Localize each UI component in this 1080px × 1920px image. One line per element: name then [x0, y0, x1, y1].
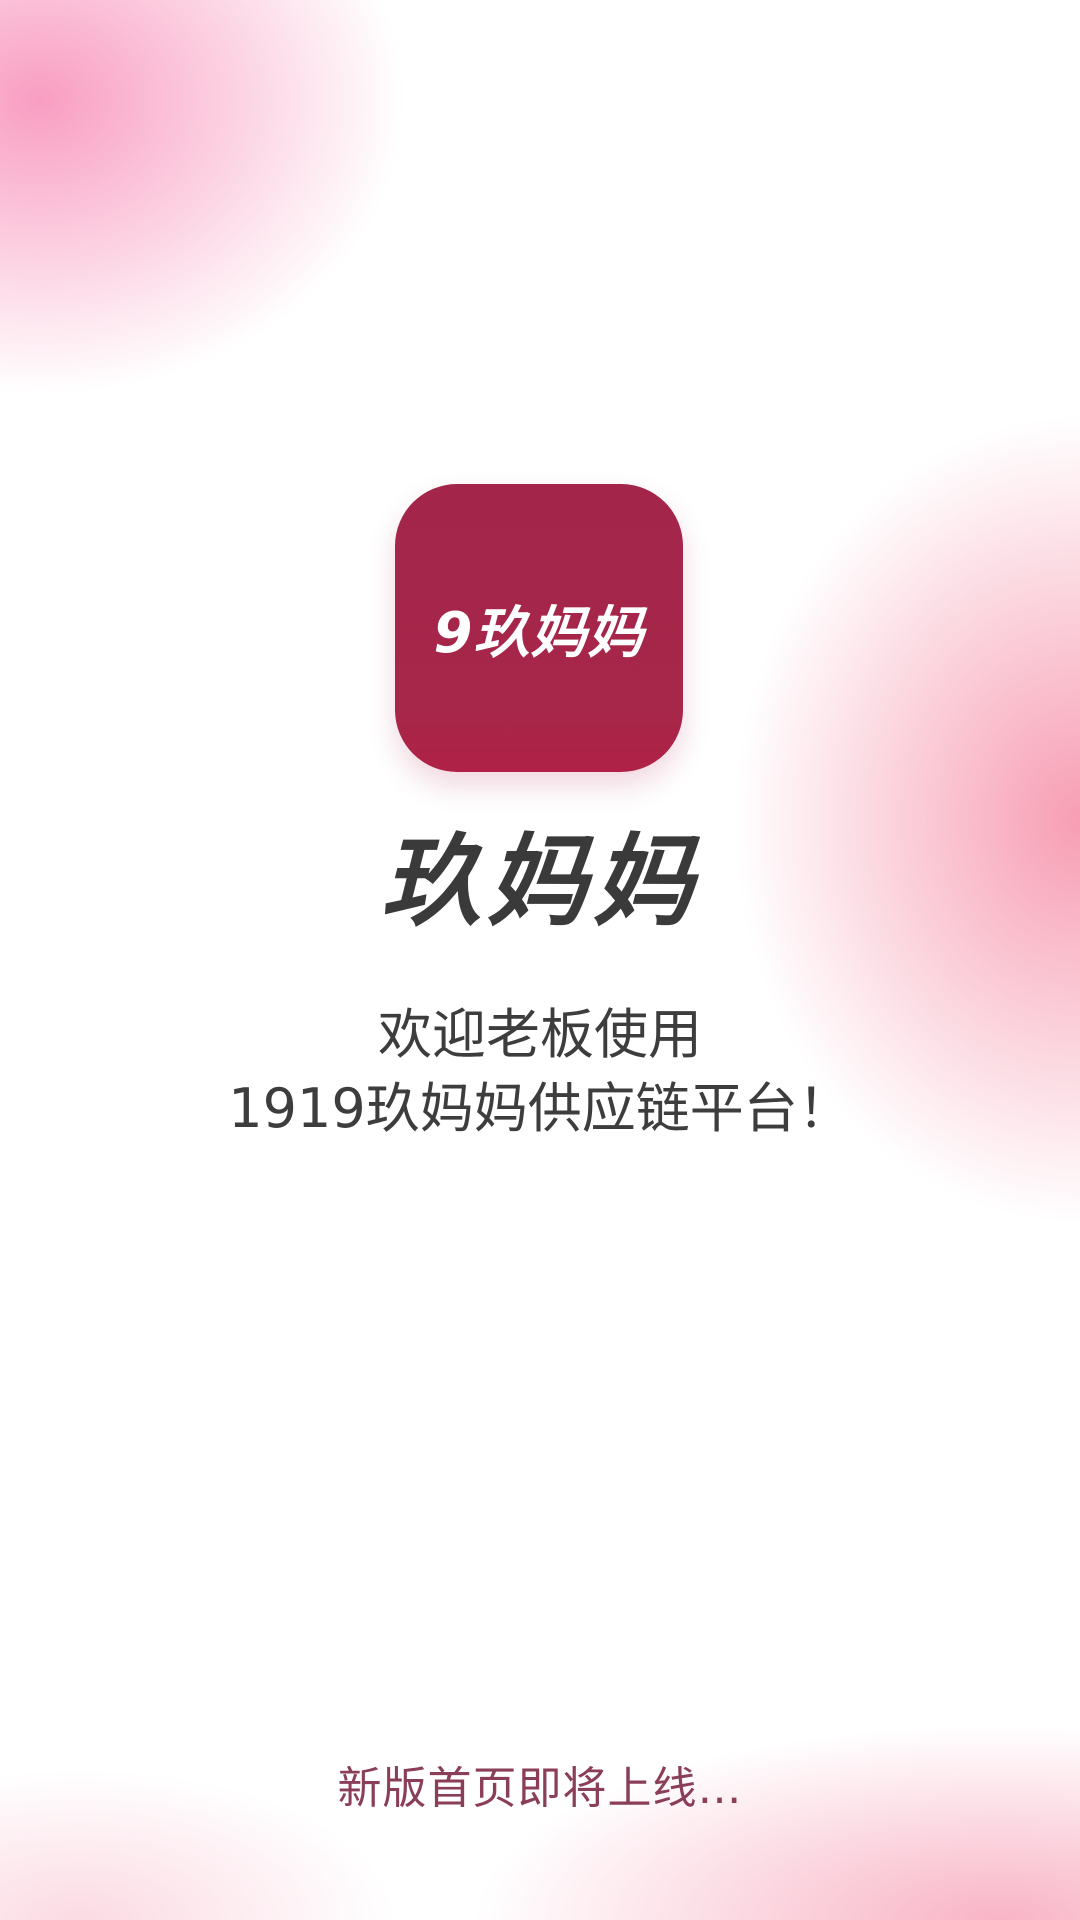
welcome-message: 欢迎老板使用 1919玖妈妈供应链平台！	[0, 998, 1080, 1146]
app-logo: 9玖妈妈	[395, 484, 683, 772]
welcome-line-2: 1919玖妈妈供应链平台！	[228, 1077, 852, 1140]
welcome-line-1: 欢迎老板使用	[378, 1003, 702, 1066]
splash-background	[0, 0, 1080, 1920]
launch-notice: 新版首页即将上线…	[337, 1763, 743, 1814]
brand-title: 玖妈妈	[381, 823, 699, 940]
app-logo-text: 9玖妈妈	[433, 600, 645, 666]
